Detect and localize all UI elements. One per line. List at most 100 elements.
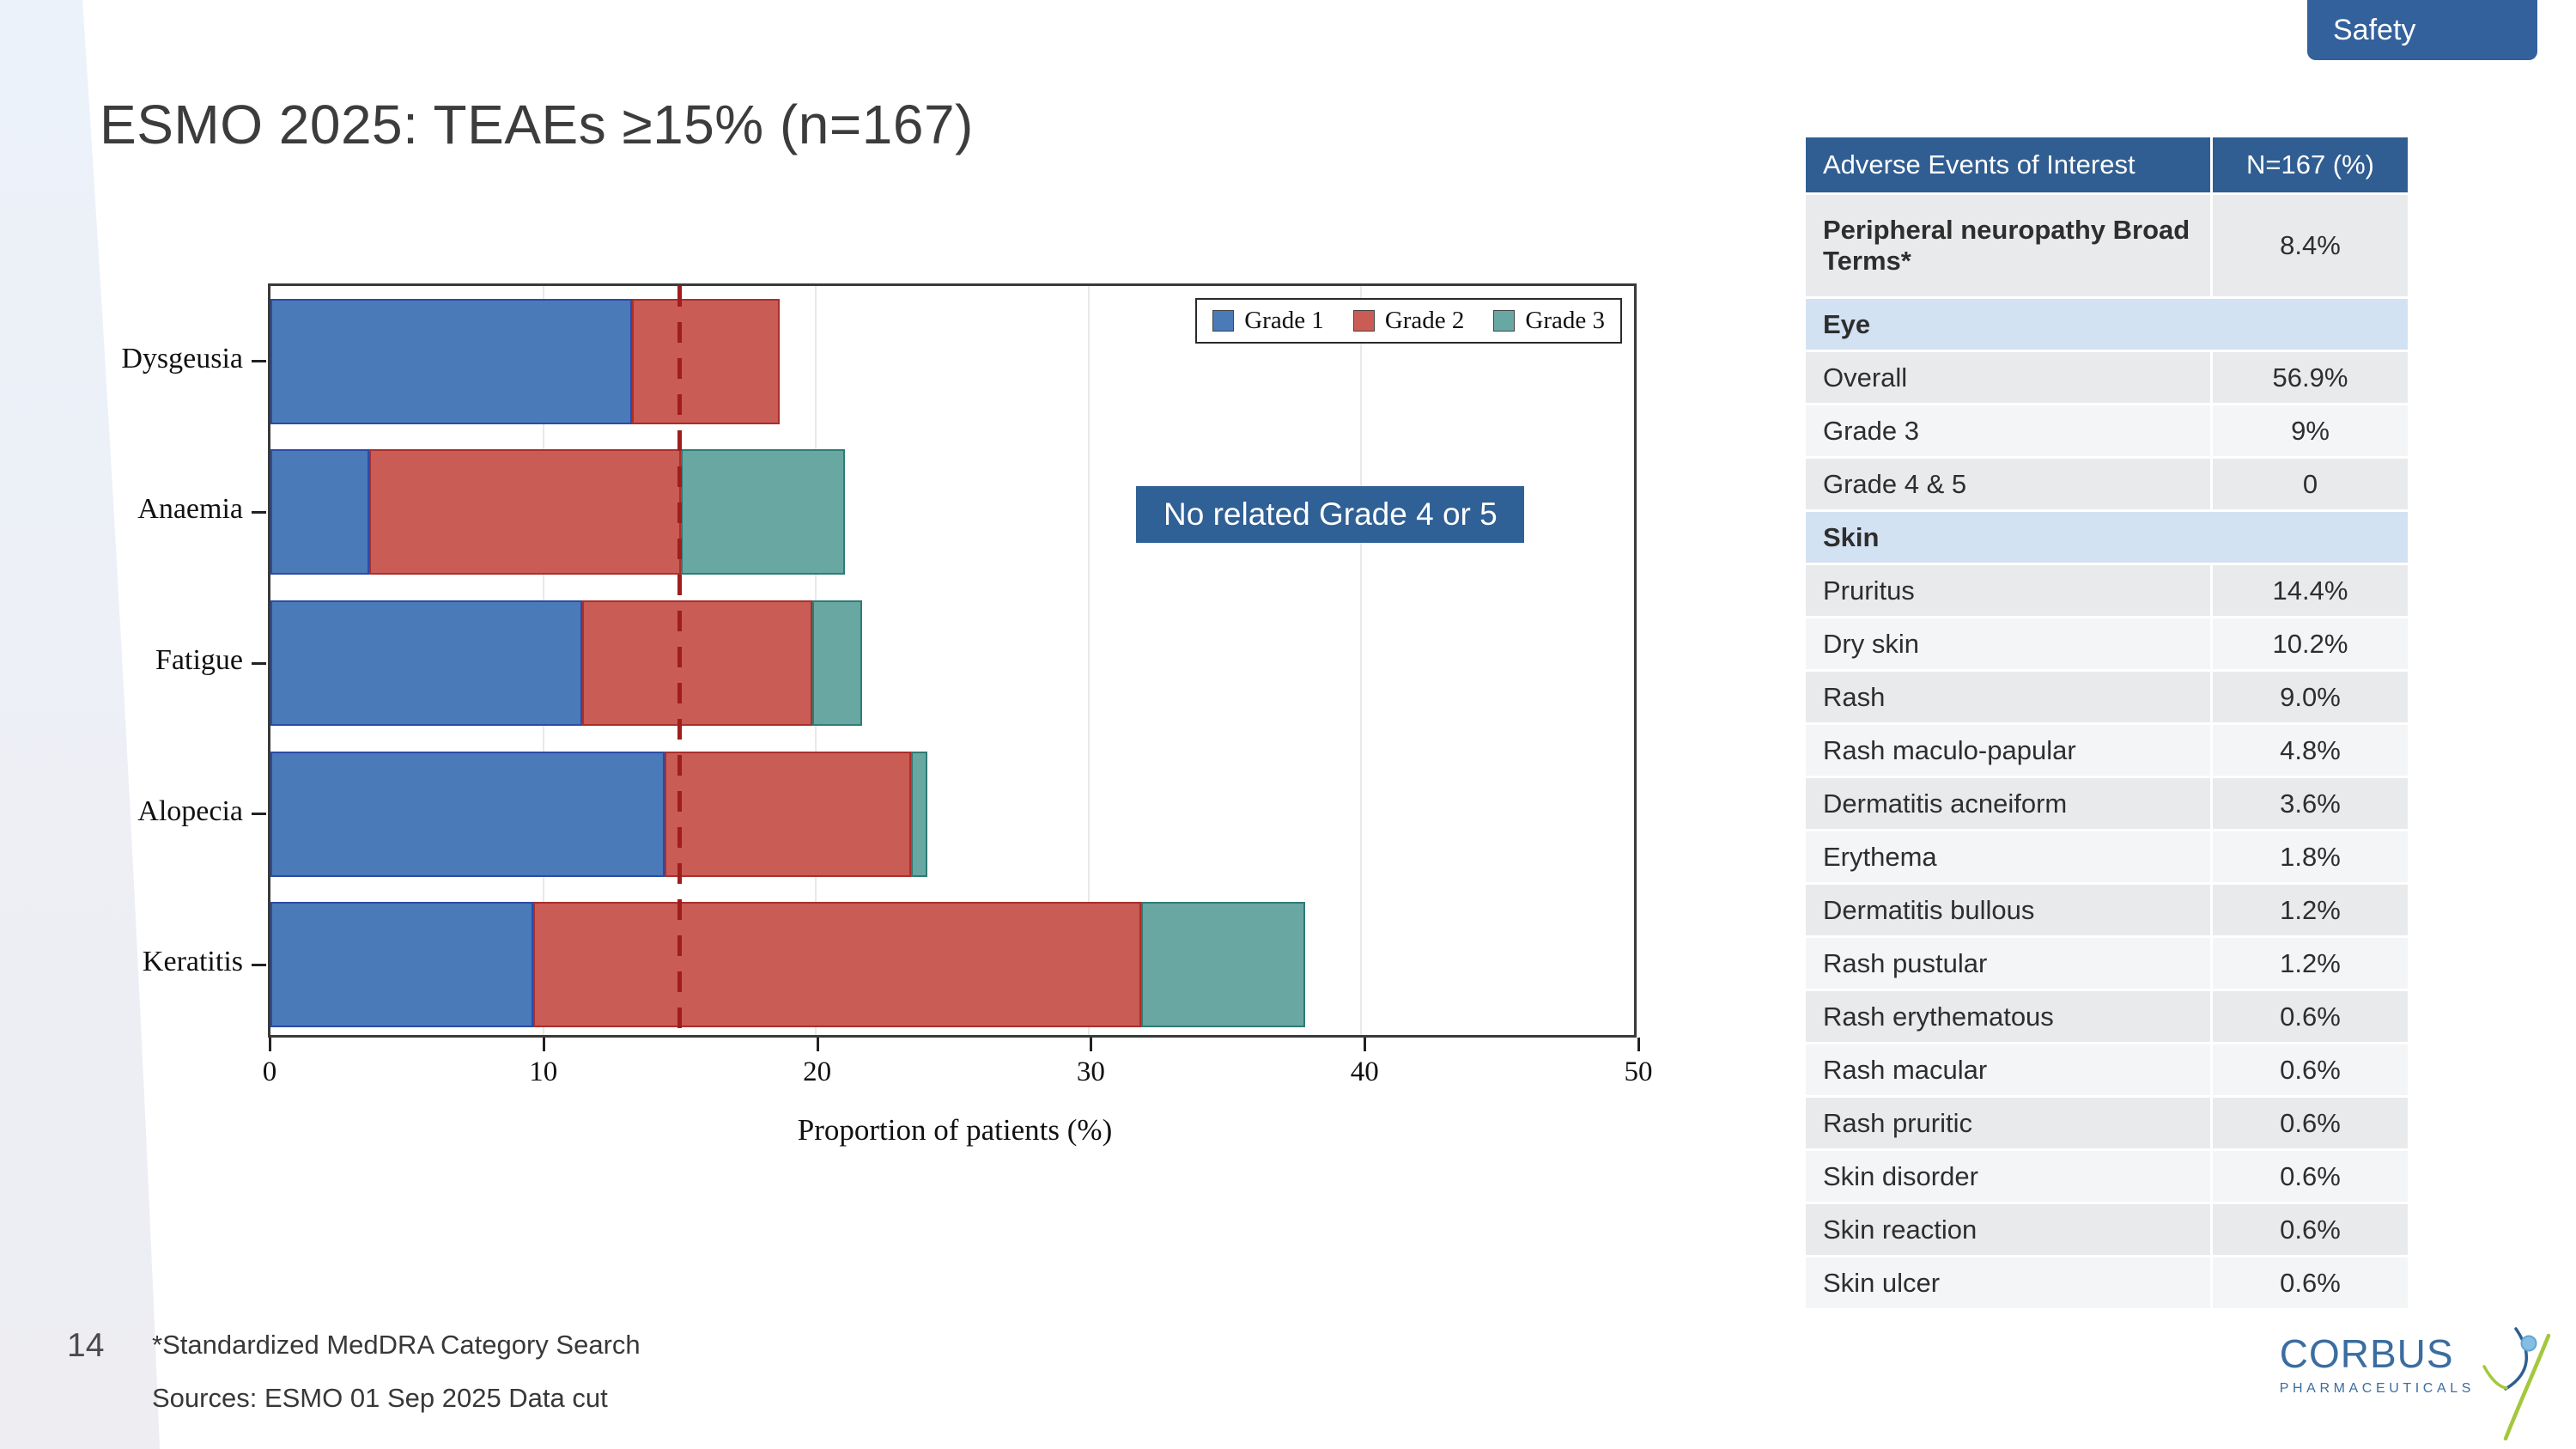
bar-segment-fatigue-grade-3 xyxy=(812,600,861,726)
table-body: Peripheral neuropathy Broad Terms*8.4%Ey… xyxy=(1806,195,2408,1308)
x-tick-mark-30 xyxy=(1090,1038,1092,1051)
y-tick-alopecia xyxy=(252,813,266,815)
table-row-rash-macular: Rash macular0.6% xyxy=(1806,1044,2408,1095)
y-tick-fatigue xyxy=(252,662,266,665)
bar-segment-keratitis-grade-2 xyxy=(533,902,1141,1027)
bar-segment-alopecia-grade-2 xyxy=(665,752,911,877)
table-cell-value: 9% xyxy=(2213,405,2408,456)
table-row-skin-disorder: Skin disorder0.6% xyxy=(1806,1151,2408,1202)
bar-segment-anaemia-grade-3 xyxy=(681,449,845,575)
table-cell-value: 1.2% xyxy=(2213,885,2408,935)
table-row-dermatitis-bullous: Dermatitis bullous1.2% xyxy=(1806,885,2408,935)
table-row-grade-4-5: Grade 4 & 50 xyxy=(1806,459,2408,509)
footnote-sources: Sources: ESMO 01 Sep 2025 Data cut xyxy=(152,1383,641,1414)
table-cell-value: 1.2% xyxy=(2213,938,2408,989)
table-cell-label: Dermatitis acneiform xyxy=(1806,778,2210,829)
x-tick-mark-40 xyxy=(1364,1038,1366,1051)
bar-segment-anaemia-grade-2 xyxy=(369,449,681,575)
table-cell-label: Dry skin xyxy=(1806,618,2210,669)
slide: Safety ESMO 2025: TEAEs ≥15% (n=167) Dys… xyxy=(0,0,2576,1449)
tab-safety[interactable]: Safety xyxy=(2307,0,2537,60)
bar-segment-dysgeusia-grade-1 xyxy=(270,299,632,424)
table-cell-label: Dermatitis bullous xyxy=(1806,885,2210,935)
table-cell-value: 0.6% xyxy=(2213,991,2408,1042)
bar-dysgeusia xyxy=(270,299,780,424)
y-axis-label-fatigue: Fatigue xyxy=(0,644,243,677)
logo-text: CORBUS PHARMACEUTICALS xyxy=(2280,1330,2475,1397)
page-title: ESMO 2025: TEAEs ≥15% (n=167) xyxy=(100,93,974,156)
table-cell-label: Rash pruritic xyxy=(1806,1098,2210,1148)
legend-item-grade-2: Grade 2 xyxy=(1353,307,1465,335)
background-swoosh xyxy=(0,0,189,1449)
bar-segment-alopecia-grade-3 xyxy=(911,752,927,877)
y-axis-label-alopecia: Alopecia xyxy=(0,795,243,828)
y-axis-label-anaemia: Anaemia xyxy=(0,493,243,526)
y-tick-dysgeusia xyxy=(252,360,266,362)
legend-label: Grade 2 xyxy=(1385,307,1465,335)
table-cell-value: 3.6% xyxy=(2213,778,2408,829)
table-cell-value: 56.9% xyxy=(2213,352,2408,403)
table-cell-value: 4.8% xyxy=(2213,725,2408,776)
bar-segment-fatigue-grade-2 xyxy=(582,600,812,726)
y-tick-anaemia xyxy=(252,511,266,514)
table-section-skin: Skin xyxy=(1806,512,2408,563)
x-tick-mark-20 xyxy=(817,1038,819,1051)
table-cell-label: Skin reaction xyxy=(1806,1204,2210,1255)
table-cell-label: Rash pustular xyxy=(1806,938,2210,989)
page-number: 14 xyxy=(67,1327,104,1365)
table-row-pruritus: Pruritus14.4% xyxy=(1806,565,2408,616)
adverse-events-table: Adverse Events of Interest N=167 (%) Per… xyxy=(1806,137,2408,1311)
table-row-rash: Rash9.0% xyxy=(1806,672,2408,722)
legend-label: Grade 1 xyxy=(1244,307,1324,335)
bar-keratitis xyxy=(270,902,1305,1027)
legend-swatch-icon xyxy=(1353,310,1375,332)
table-cell-label: Rash xyxy=(1806,672,2210,722)
table-header-row: Adverse Events of Interest N=167 (%) xyxy=(1806,137,2408,192)
x-tick-label-20: 20 xyxy=(803,1056,831,1088)
x-tick-mark-50 xyxy=(1637,1038,1640,1051)
table-cell-label: Overall xyxy=(1806,352,2210,403)
table-row-rash-erythematous: Rash erythematous0.6% xyxy=(1806,991,2408,1042)
x-tick-label-30: 30 xyxy=(1077,1056,1105,1088)
table-row-dry-skin: Dry skin10.2% xyxy=(1806,618,2408,669)
table-cell-label: Erythema xyxy=(1806,831,2210,882)
reference-line-15pct xyxy=(677,286,682,1035)
x-axis: 01020304050 xyxy=(268,1038,1642,1094)
table-row-peripheral-neuropathy-broad-terms-: Peripheral neuropathy Broad Terms*8.4% xyxy=(1806,195,2408,296)
y-tick-keratitis xyxy=(252,964,266,966)
table-cell-value: 0.6% xyxy=(2213,1098,2408,1148)
x-tick-mark-10 xyxy=(543,1038,545,1051)
table-header-label: Adverse Events of Interest xyxy=(1806,137,2210,192)
logo-figure-icon xyxy=(2480,1327,2552,1440)
chart-plot-area: DysgeusiaAnaemiaFatigueAlopeciaKeratitis… xyxy=(268,283,1637,1038)
table-row-rash-pustular: Rash pustular1.2% xyxy=(1806,938,2408,989)
table-row-skin-ulcer: Skin ulcer0.6% xyxy=(1806,1257,2408,1308)
table-cell-label: Rash erythematous xyxy=(1806,991,2210,1042)
x-axis-label: Proportion of patients (%) xyxy=(268,1113,1642,1148)
x-tick-label-0: 0 xyxy=(263,1056,277,1088)
legend-swatch-icon xyxy=(1212,310,1234,332)
table-cell-label: Skin disorder xyxy=(1806,1151,2210,1202)
bar-fatigue xyxy=(270,600,862,726)
bar-segment-anaemia-grade-1 xyxy=(270,449,369,575)
table-row-erythema: Erythema1.8% xyxy=(1806,831,2408,882)
x-tick-label-40: 40 xyxy=(1351,1056,1379,1088)
bar-segment-keratitis-grade-1 xyxy=(270,902,533,1027)
bar-segment-alopecia-grade-1 xyxy=(270,752,665,877)
table-cell-label: Rash maculo-papular xyxy=(1806,725,2210,776)
tab-safety-label: Safety xyxy=(2333,14,2415,47)
table-cell-value: 0.6% xyxy=(2213,1257,2408,1308)
bar-alopecia xyxy=(270,752,927,877)
table-cell-label: Rash macular xyxy=(1806,1044,2210,1095)
x-tick-label-50: 50 xyxy=(1625,1056,1653,1088)
table-row-rash-pruritic: Rash pruritic0.6% xyxy=(1806,1098,2408,1148)
table-cell-label: Grade 4 & 5 xyxy=(1806,459,2210,509)
table-cell-value: 0.6% xyxy=(2213,1151,2408,1202)
table-row-skin-reaction: Skin reaction0.6% xyxy=(1806,1204,2408,1255)
bar-segment-keratitis-grade-3 xyxy=(1141,902,1305,1027)
chart-legend: Grade 1Grade 2Grade 3 xyxy=(1195,298,1622,344)
table-cell-value: 0.6% xyxy=(2213,1044,2408,1095)
annotation-no-grade-4-5: No related Grade 4 or 5 xyxy=(1136,486,1524,543)
table-row-overall: Overall56.9% xyxy=(1806,352,2408,403)
table-cell-value: 10.2% xyxy=(2213,618,2408,669)
